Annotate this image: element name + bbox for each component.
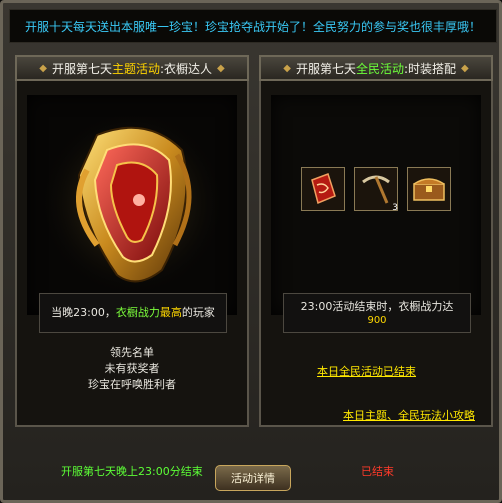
- condition-suffix-text: 的玩家: [181, 306, 215, 319]
- all-player-activity-panel: ◆ 开服第七天 全民活动 :时装搭配 ◆ 3 23:00活动结束时，衣橱战力达 …: [259, 55, 493, 427]
- end-time-text: 开服第七天晚上23:00分结束: [61, 465, 203, 478]
- red-scroll-icon: [311, 173, 336, 205]
- reward-slot-scroll[interactable]: [301, 167, 345, 211]
- reward-display: 3: [271, 95, 481, 315]
- leaderboard-text: 领先名单 未有获奖者 珍宝在呼唤胜利者: [17, 345, 247, 393]
- item-count: 3: [392, 203, 398, 213]
- diamond-icon: ◆: [39, 62, 47, 74]
- condition-yellow-text: 最高: [159, 306, 182, 319]
- diamond-icon: ◆: [283, 62, 291, 74]
- tab-suffix: :衣橱达人: [159, 61, 213, 76]
- diamond-icon: ◆: [217, 62, 225, 74]
- reward-slot-chest[interactable]: [407, 167, 451, 211]
- treasure-display: [27, 95, 237, 315]
- condition-text: 23:00活动结束时，衣橱战力达: [300, 300, 454, 313]
- status-ended-text: 已结束: [361, 465, 394, 478]
- tab-highlight: 主题活动: [111, 61, 160, 76]
- all-player-condition-box: 23:00活动结束时，衣橱战力达 900: [283, 293, 471, 333]
- theme-condition-box: 当晚23:00，衣橱战力最高的玩家: [39, 293, 227, 333]
- treasure-amulet-icon: [37, 108, 227, 298]
- pickaxe-icon: [362, 175, 390, 204]
- announcement-text: 开服十天每天送出本服唯一珍宝！珍宝抢夺战开始了！全民努力的参与奖也很丰厚哦！: [24, 19, 481, 34]
- tab-highlight: 全民活动: [355, 61, 404, 76]
- treasure-chest-icon: [413, 178, 445, 201]
- tab-suffix: :时装搭配: [403, 61, 457, 76]
- leaderboard-title: 领先名单: [110, 346, 154, 359]
- condition-green-text: 衣橱战力: [115, 306, 160, 319]
- no-winner-text: 未有获奖者: [104, 362, 160, 375]
- tab-prefix: 开服第七天: [51, 61, 112, 76]
- activity-ended-link[interactable]: 本日全民活动已结束: [317, 363, 416, 379]
- announcement-banner: 开服十天每天送出本服唯一珍宝！珍宝抢夺战开始了！全民努力的参与奖也很丰厚哦！: [9, 9, 497, 43]
- tab-prefix: 开服第七天: [295, 61, 356, 76]
- theme-activity-panel: ◆ 开服第七天 主题活动 :衣橱达人 ◆ 当晚23:00，衣橱战力最高的玩家 领…: [15, 55, 249, 427]
- strategy-guide-link[interactable]: 本日主题、全民玩法小攻略: [343, 407, 475, 423]
- theme-activity-tab: ◆ 开服第七天 主题活动 :衣橱达人 ◆: [15, 55, 249, 81]
- diamond-icon: ◆: [461, 62, 469, 74]
- treasure-calling-text: 珍宝在呼唤胜利者: [88, 378, 176, 391]
- condition-text: 当晚23:00，: [51, 306, 116, 319]
- activity-details-button[interactable]: 活动详情: [215, 465, 291, 491]
- power-threshold: 900: [367, 315, 387, 326]
- all-player-activity-tab: ◆ 开服第七天 全民活动 :时装搭配 ◆: [259, 55, 493, 81]
- reward-slot-pickaxe[interactable]: 3: [354, 167, 398, 213]
- event-window: 开服十天每天送出本服唯一珍宝！珍宝抢夺战开始了！全民努力的参与奖也很丰厚哦！ ◆…: [0, 0, 502, 503]
